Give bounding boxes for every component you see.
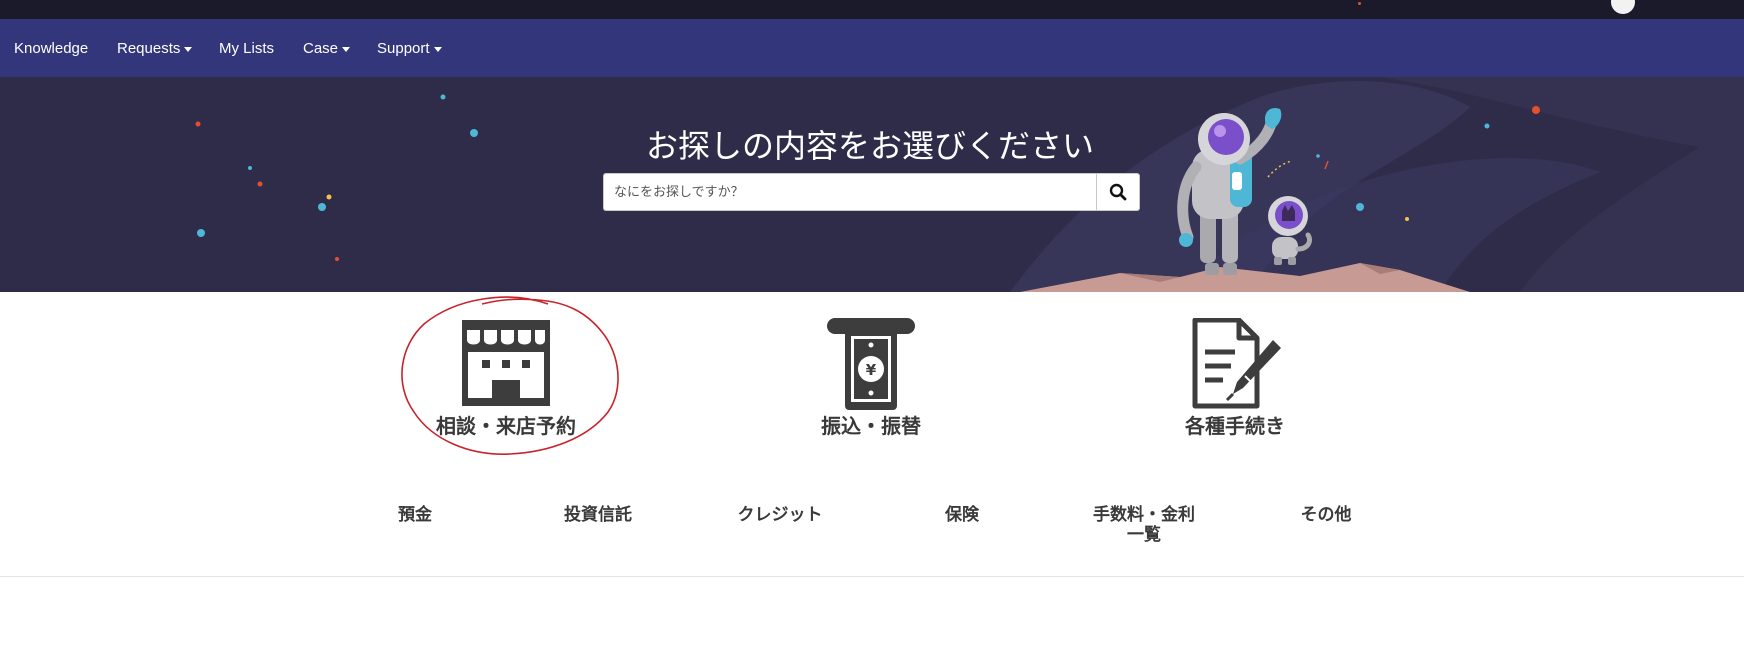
category-investment-trusts[interactable]: 投資信託 bbox=[523, 505, 673, 525]
magnifying-glass-icon bbox=[1109, 183, 1127, 201]
banknote-dispenser-icon: ¥ bbox=[827, 318, 915, 410]
caret-down-icon bbox=[184, 47, 193, 52]
search-input[interactable] bbox=[603, 173, 1096, 211]
user-avatar[interactable] bbox=[1611, 0, 1635, 14]
caret-down-icon bbox=[342, 47, 351, 52]
nav-item-my-lists[interactable]: My Lists bbox=[219, 19, 274, 77]
section-divider bbox=[0, 576, 1744, 577]
svg-text:¥: ¥ bbox=[866, 361, 877, 379]
category-deposits[interactable]: 預金 bbox=[340, 505, 490, 525]
nav-item-label: Knowledge bbox=[14, 39, 89, 57]
hero-title: お探しの内容をお選びください bbox=[645, 127, 1094, 165]
search-button[interactable] bbox=[1096, 173, 1140, 211]
nav-item-knowledge[interactable]: Knowledge bbox=[14, 19, 88, 77]
nav-item-label: My Lists bbox=[219, 39, 275, 57]
nav-item-support[interactable]: Support bbox=[377, 19, 442, 77]
decorative-dot bbox=[1358, 2, 1361, 5]
nav-item-requests[interactable]: Requests bbox=[117, 19, 193, 77]
category-credit[interactable]: クレジット bbox=[705, 505, 855, 525]
document-pen-icon bbox=[1192, 318, 1281, 409]
tile-label: 相談・来店予約 bbox=[436, 414, 576, 438]
tile-procedures[interactable]: 各種手続き bbox=[1120, 318, 1350, 443]
main-navigation: Knowledge Requests My Lists Case Support bbox=[0, 19, 1744, 77]
hero-banner: お探しの内容をお選びください bbox=[0, 77, 1744, 292]
nav-item-label: Support bbox=[377, 39, 430, 57]
storefront-icon bbox=[462, 320, 550, 406]
top-bar bbox=[0, 0, 1744, 19]
category-insurance[interactable]: 保険 bbox=[887, 505, 1037, 525]
tile-label: 振込・振替 bbox=[821, 414, 921, 438]
category-label: 手数料・金利一覧 bbox=[1093, 505, 1195, 545]
nav-item-case[interactable]: Case bbox=[303, 19, 351, 77]
nav-item-label: Requests bbox=[117, 39, 181, 57]
tile-transfer[interactable]: ¥ 振込・振替 bbox=[756, 318, 986, 443]
caret-down-icon bbox=[433, 47, 442, 52]
tile-label: 各種手続き bbox=[1185, 414, 1285, 438]
tile-consultation-reservation[interactable]: 相談・来店予約 bbox=[391, 318, 621, 443]
nav-item-label: Case bbox=[303, 39, 339, 57]
category-other[interactable]: その他 bbox=[1251, 505, 1401, 525]
category-fees-rates[interactable]: 手数料・金利一覧 bbox=[1069, 505, 1219, 545]
